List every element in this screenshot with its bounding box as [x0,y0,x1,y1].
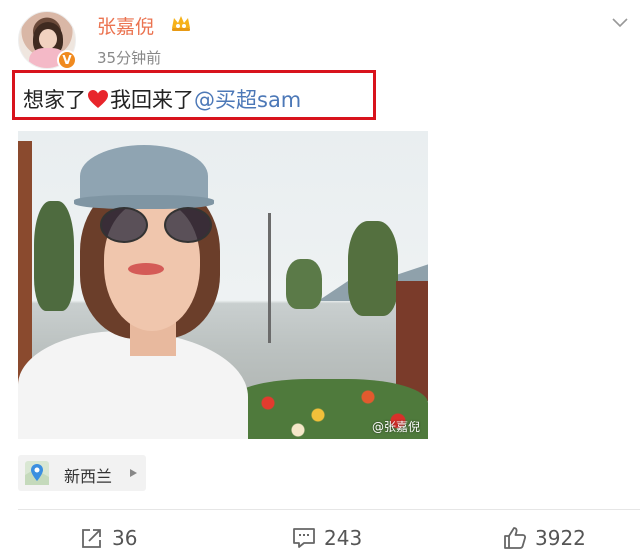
post-text-part-1: 想家了 [23,88,86,112]
post-text: 想家了 我回来了@买超sam [23,84,301,114]
caret-right-icon [130,469,137,477]
post-text-part-2: 我回来了 [110,88,194,112]
post-photo[interactable]: @张嘉倪 [18,131,428,439]
photo-glasses-right [164,207,212,243]
like-icon [504,527,527,549]
chevron-down-icon[interactable] [612,18,628,28]
location-tag[interactable]: 新西兰 [18,455,146,491]
comment-icon [293,528,315,548]
like-count: 3922 [535,526,586,550]
avatar-face [39,29,57,49]
photo-sign [396,281,428,401]
photo-glasses-left [100,207,148,243]
location-pin-icon [25,461,49,485]
post-text-highlight: 想家了 我回来了@买超sam [12,70,376,120]
photo-pole [268,213,271,343]
photo-tree-left [34,201,74,311]
verified-v-icon: V [57,50,77,70]
vip-crown-icon[interactable] [170,13,192,33]
photo-tree-mid [286,259,322,309]
mention-link[interactable]: @买超sam [194,88,301,112]
photo-lips [128,263,164,275]
photo-tree-right [348,221,398,316]
post-timestamp[interactable]: 35分钟前 [97,47,161,68]
repost-count: 36 [112,526,138,550]
comment-button[interactable]: 243 [292,522,362,554]
repost-button[interactable]: 36 [80,522,137,554]
repost-icon [82,529,101,548]
author-name[interactable]: 张嘉倪 [97,12,154,39]
actions-divider [18,509,640,510]
like-button[interactable]: 3922 [503,522,586,554]
comment-count: 243 [324,526,363,550]
location-label: 新西兰 [64,467,113,486]
photo-watermark: @张嘉倪 [371,420,420,434]
heart-icon [88,90,108,108]
